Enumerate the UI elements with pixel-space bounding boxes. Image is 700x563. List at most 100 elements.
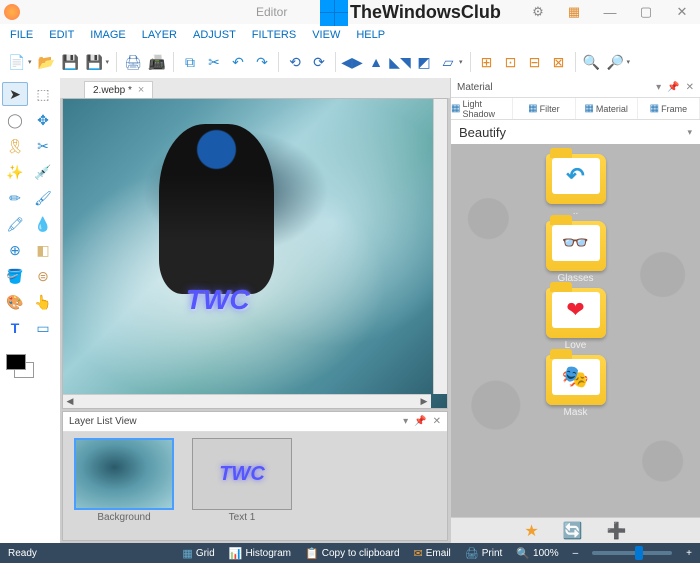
crop-preset-3-icon[interactable]: ⊟ [524, 51, 546, 73]
beautify-collapse-icon[interactable]: ▾ [687, 127, 692, 138]
canvas-size-icon[interactable]: ◩ [413, 51, 435, 73]
layer-panel-dropdown-icon[interactable]: ▾ [403, 416, 408, 427]
skew-icon[interactable]: ▱ [437, 51, 459, 73]
redo-icon[interactable]: ↷ [251, 51, 273, 73]
menu-filters[interactable]: FILTERS [244, 27, 304, 43]
folder-up[interactable]: ↶ .. [451, 154, 700, 217]
rect-select-tool[interactable]: ⬚ [30, 82, 56, 106]
wand-tool[interactable]: ✨ [2, 160, 28, 184]
pointer-tool[interactable]: ➤ [2, 82, 28, 106]
move-tool[interactable]: ✥ [30, 108, 56, 132]
status-copy[interactable]: 📋Copy to clipboard [305, 547, 400, 560]
status-histogram[interactable]: 📊Histogram [229, 547, 291, 560]
eraser-tool[interactable]: ◧ [30, 238, 56, 262]
airbrush-tool[interactable]: 🖍 [2, 212, 28, 236]
zoom-out-button[interactable]: – [573, 548, 579, 559]
brand-overlay: TheWindowsClub [320, 0, 501, 26]
ellipse-select-tool[interactable]: ◯ [2, 108, 28, 132]
layer-panel-close-icon[interactable]: ✕ [433, 416, 441, 427]
brush-tool[interactable]: 🖌 [30, 186, 56, 210]
status-zoom[interactable]: 🔍100% [516, 547, 558, 560]
crop-preset-1-icon[interactable]: ⊞ [476, 51, 498, 73]
zoom-out-icon[interactable]: 🔎 [605, 51, 627, 73]
resize-icon[interactable]: ◣◥ [389, 51, 411, 73]
tab-frame[interactable]: ▦Frame [638, 98, 700, 119]
header-grid-icon[interactable]: ▦ [556, 0, 592, 24]
save-icon[interactable]: 💾 [60, 51, 82, 73]
zoom-in-icon[interactable]: 🔍 [581, 51, 603, 73]
panel-dropdown-icon[interactable]: ▾ [656, 82, 661, 93]
layer-thumb-background[interactable]: Background [69, 438, 179, 534]
open-icon[interactable]: 📂 [36, 51, 58, 73]
status-email[interactable]: ✉Email [414, 547, 451, 560]
clone-tool[interactable]: ⊕ [2, 238, 28, 262]
menu-help[interactable]: HELP [348, 27, 393, 43]
refresh-icon[interactable]: 🔄 [563, 521, 583, 541]
print-icon[interactable]: 🖨 [122, 51, 144, 73]
crop-tool[interactable]: ✂ [30, 134, 56, 158]
maximize-button[interactable]: ▢ [628, 0, 664, 24]
folder-mask[interactable]: 🎭 Mask [451, 355, 700, 418]
rotate-left-icon[interactable]: ⟲ [284, 51, 306, 73]
smudge-tool[interactable]: 👆 [30, 290, 56, 314]
shape-tool[interactable]: ▭ [30, 316, 56, 340]
copy-icon[interactable]: ⧉ [179, 51, 201, 73]
menu-file[interactable]: FILE [2, 27, 41, 43]
menu-adjust[interactable]: ADJUST [185, 27, 244, 43]
canvas[interactable]: TWC ◀▶ [63, 99, 447, 408]
color-swatch[interactable] [2, 350, 58, 382]
layer-thumb-text[interactable]: TWC Text 1 [187, 438, 297, 534]
tab-material[interactable]: ▦Material [576, 98, 638, 119]
cut-icon[interactable]: ✂ [203, 51, 225, 73]
flip-v-icon[interactable]: ▲ [365, 51, 387, 73]
foreground-color[interactable] [6, 354, 26, 370]
folder-love[interactable]: ❤ Love [451, 288, 700, 351]
menu-image[interactable]: IMAGE [82, 27, 133, 43]
horizontal-scrollbar[interactable]: ◀▶ [63, 394, 431, 408]
windows-logo-icon [320, 0, 348, 26]
crop-preset-4-icon[interactable]: ⊠ [548, 51, 570, 73]
stamp-tool[interactable]: ⊜ [30, 264, 56, 288]
zoom-in-button[interactable]: + [686, 548, 692, 559]
add-icon[interactable]: ➕ [607, 521, 627, 541]
tab-light-shadow[interactable]: ▦Light Shadow [451, 98, 513, 119]
material-scroll-area[interactable]: ↶ .. 👓 Glasses ❤ Love 🎭 Mask [451, 144, 700, 517]
save-as-icon[interactable]: 💾 [84, 51, 106, 73]
crop-preset-2-icon[interactable]: ⊡ [500, 51, 522, 73]
lasso-tool[interactable]: 🎗 [2, 134, 28, 158]
tab-filter[interactable]: ▦Filter [513, 98, 575, 119]
brand-text: TheWindowsClub [350, 2, 501, 23]
gradient-tool[interactable]: 🎨 [2, 290, 28, 314]
text-tool[interactable]: T [2, 316, 28, 340]
favorite-icon[interactable]: ★ [524, 521, 538, 541]
menu-edit[interactable]: EDIT [41, 27, 82, 43]
zoom-slider[interactable] [592, 551, 672, 555]
status-print[interactable]: 🖨Print [465, 547, 503, 560]
blur-tool[interactable]: 💧 [30, 212, 56, 236]
document-tab[interactable]: 2.webp * × [84, 81, 153, 98]
layer-panel: Layer List View ▾📌✕ Background TWC Text … [62, 411, 448, 541]
panel-pin-icon[interactable]: 📌 [667, 82, 679, 93]
eyedropper-tool[interactable]: 💉 [30, 160, 56, 184]
tab-close-icon[interactable]: × [138, 84, 144, 96]
menu-view[interactable]: VIEW [304, 27, 348, 43]
close-button[interactable]: ✕ [664, 0, 700, 24]
pencil-tool[interactable]: ✏ [2, 186, 28, 210]
menu-layer[interactable]: LAYER [134, 27, 185, 43]
vertical-scrollbar[interactable] [433, 99, 447, 394]
flip-h-icon[interactable]: ◀▶ [341, 51, 363, 73]
undo-icon[interactable]: ↶ [227, 51, 249, 73]
status-grid[interactable]: ▦Grid [182, 547, 214, 560]
rotate-right-icon[interactable]: ⟳ [308, 51, 330, 73]
canvas-text-overlay: TWC [186, 284, 250, 316]
zoom-slider-thumb[interactable] [635, 546, 643, 560]
fill-tool[interactable]: 🪣 [2, 264, 28, 288]
main-toolbar: 📄▾ 📂 💾 💾▾ 🖨 📠 ⧉ ✂ ↶ ↷ ⟲ ⟳ ◀▶ ▲ ◣◥ ◩ ▱ ▾ … [0, 46, 700, 78]
folder-glasses[interactable]: 👓 Glasses [451, 221, 700, 284]
layer-panel-pin-icon[interactable]: 📌 [414, 416, 426, 427]
header-settings-icon[interactable]: ⚙ [520, 0, 556, 24]
minimize-button[interactable]: — [592, 0, 628, 24]
panel-close-icon[interactable]: ✕ [686, 82, 694, 93]
new-doc-icon[interactable]: 📄 [6, 51, 28, 73]
scan-icon[interactable]: 📠 [146, 51, 168, 73]
